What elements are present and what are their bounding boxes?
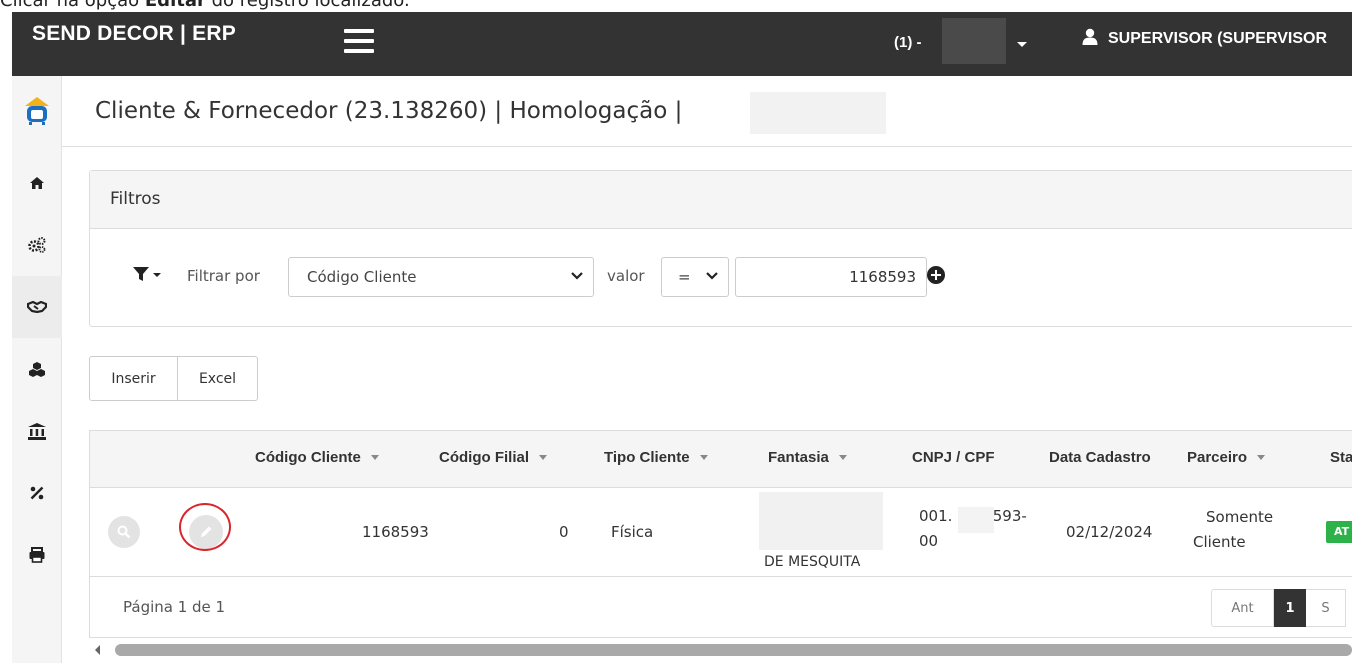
page-info: Página 1 de 1 <box>123 598 226 616</box>
scroll-left-icon[interactable] <box>95 645 100 655</box>
cnpj-redacted <box>958 507 994 533</box>
column-header-cnpj-cpf[interactable]: CNPJ / CPF <box>912 449 995 466</box>
logo-icon <box>25 97 49 125</box>
cell-parceiro-line2: Cliente <box>1193 533 1246 551</box>
view-button[interactable] <box>108 516 140 548</box>
grid-header: Código Cliente Código Filial Tipo Client… <box>90 431 1352 488</box>
chevron-down-icon[interactable] <box>1017 42 1027 47</box>
cogs-icon <box>28 237 46 253</box>
page-header: Cliente & Fornecedor (23.138260) | Homol… <box>62 76 1352 147</box>
sidebar-item-logo[interactable] <box>12 80 62 142</box>
search-icon <box>117 525 131 539</box>
sidebar-item-taxes[interactable] <box>12 462 62 524</box>
filter-field-select[interactable]: Código Cliente <box>288 257 594 297</box>
fantasia-redacted <box>759 492 883 550</box>
user-menu[interactable]: SUPERVISOR (SUPERVISOR <box>1082 28 1327 48</box>
sort-icon <box>370 455 379 460</box>
operator-select[interactable]: = <box>661 257 729 297</box>
cell-data-cadastro: 02/12/2024 <box>1066 523 1153 541</box>
cell-parceiro-line1: Somente <box>1206 508 1274 526</box>
filter-panel-heading: Filtros <box>90 171 1352 229</box>
home-icon <box>30 177 44 189</box>
sidebar <box>12 76 62 663</box>
menu-toggle-icon[interactable] <box>344 29 374 53</box>
instruction-caption: Clicar na opção Editar do registro local… <box>0 0 410 11</box>
column-header-parceiro[interactable]: Parceiro <box>1187 449 1266 466</box>
bank-icon <box>28 422 46 440</box>
company-name-redacted <box>942 18 1006 64</box>
sidebar-item-partners[interactable] <box>12 276 62 338</box>
column-header-tipo-cliente[interactable]: Tipo Cliente <box>604 449 708 466</box>
column-header-data-cadastro[interactable]: Data Cadastro <box>1049 449 1151 466</box>
status-badge: AT <box>1326 521 1352 543</box>
filter-heading-label: Filtros <box>110 189 161 209</box>
filter-dropdown-icon[interactable] <box>132 266 162 282</box>
sidebar-item-settings[interactable] <box>12 214 62 276</box>
sort-icon <box>539 455 547 460</box>
column-header-codigo-filial[interactable]: Código Filial <box>439 449 547 466</box>
percent-icon <box>30 486 44 500</box>
prev-page-button[interactable]: Ant <box>1211 589 1274 627</box>
brand-title[interactable]: SEND DECOR | ERP <box>32 22 236 46</box>
sidebar-item-print[interactable] <box>12 524 62 586</box>
excel-button[interactable]: Excel <box>178 356 258 401</box>
column-header-fantasia[interactable]: Fantasia <box>768 449 847 466</box>
company-selector-label[interactable]: (1) - <box>894 34 922 51</box>
user-icon <box>1082 28 1098 45</box>
horizontal-scrollbar[interactable] <box>89 641 1352 659</box>
handshake-icon <box>27 301 47 313</box>
user-name: SUPERVISOR (SUPERVISOR <box>1108 30 1328 47</box>
sort-icon <box>838 455 847 460</box>
print-icon <box>29 547 45 563</box>
cell-fantasia: DE MESQUITA <box>764 554 861 570</box>
next-page-button[interactable]: S <box>1306 589 1346 627</box>
action-buttons: Inserir Excel <box>89 356 258 401</box>
sort-icon <box>1257 455 1266 460</box>
cell-codigo-cliente: 1168593 <box>362 523 429 541</box>
chevron-down-icon <box>706 272 718 280</box>
highlight-ring <box>179 503 231 551</box>
cell-codigo-filial: 0 <box>559 523 569 541</box>
filter-panel: Filtros Filtrar por Código Cliente valor… <box>89 170 1352 327</box>
sort-icon <box>699 455 708 460</box>
page-title: Cliente & Fornecedor (23.138260) | Homol… <box>95 98 683 124</box>
title-redacted <box>750 92 886 134</box>
results-grid: Código Cliente Código Filial Tipo Client… <box>89 430 1352 638</box>
cell-tipo-cliente: Física <box>611 523 654 541</box>
column-header-status[interactable]: Stat <box>1330 449 1352 466</box>
scrollbar-thumb[interactable] <box>115 644 1352 656</box>
filter-value-input[interactable]: 1168593 <box>735 257 927 297</box>
pagination: Ant 1 S <box>1211 589 1346 627</box>
column-header-codigo-cliente[interactable]: Código Cliente <box>255 449 379 466</box>
top-navbar: SEND DECOR | ERP (1) - SUPERVISOR (SUPER… <box>12 12 1352 76</box>
table-row: 1168593 0 Física DE MESQUITA 001. .593- … <box>90 488 1352 577</box>
chevron-down-icon <box>571 272 583 280</box>
grid-footer: Página 1 de 1 Ant 1 S <box>90 577 1352 639</box>
sidebar-item-finance[interactable] <box>12 400 62 462</box>
cubes-icon <box>29 362 45 377</box>
sidebar-item-products[interactable] <box>12 338 62 400</box>
sidebar-item-home[interactable] <box>12 152 62 214</box>
current-page-button[interactable]: 1 <box>1274 589 1306 627</box>
cell-cnpj-part3: 00 <box>919 532 939 550</box>
insert-button[interactable]: Inserir <box>89 356 178 401</box>
cell-cnpj-part1: 001. <box>919 507 953 525</box>
value-label: valor <box>607 267 645 285</box>
filter-by-label: Filtrar por <box>187 267 260 285</box>
add-filter-icon[interactable] <box>927 266 945 284</box>
